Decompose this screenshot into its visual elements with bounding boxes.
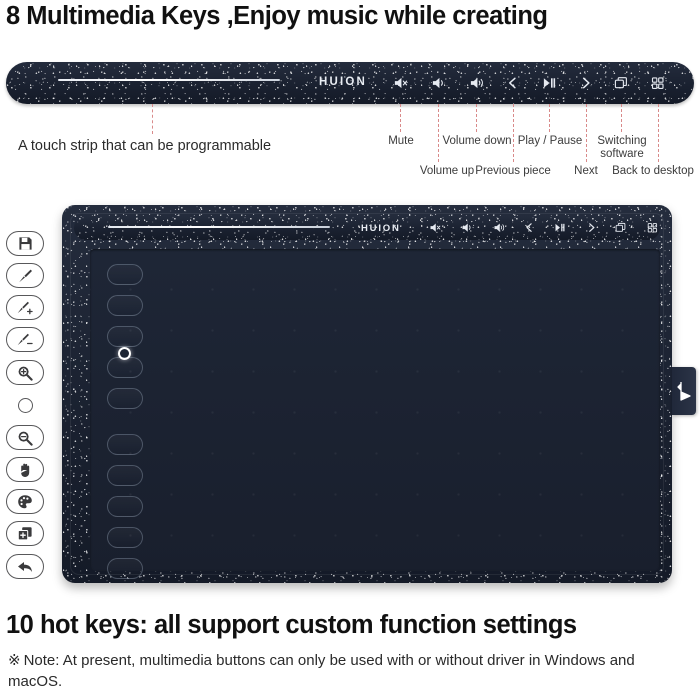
page-title-top: 8 Multimedia Keys ,Enjoy music while cre…: [6, 2, 548, 30]
tablet-active-drawing-area[interactable]: [90, 249, 660, 579]
tablet-touch-strip-line[interactable]: [108, 226, 330, 228]
tablet-volume-down-icon[interactable]: [492, 221, 506, 235]
play-pause-icon[interactable]: [540, 74, 558, 92]
tablet-media-key-bar: HUION: [74, 216, 660, 240]
sidebar-undo-icon[interactable]: [6, 554, 44, 579]
footnote-mark: ※: [8, 652, 21, 669]
leader-line: [621, 104, 622, 132]
tablet-switch-software-icon[interactable]: [614, 221, 628, 235]
pen-nib-icon: [676, 382, 691, 401]
infographic-page: 8 Multimedia Keys ,Enjoy music while cre…: [0, 0, 700, 700]
leader-line: [400, 104, 401, 132]
sidebar-duplicate-layer-icon[interactable]: [6, 521, 44, 546]
tablet-hot-key-4[interactable]: [107, 357, 143, 378]
mute-icon[interactable]: [391, 74, 409, 92]
sidebar-hand-pan-icon[interactable]: [6, 457, 44, 482]
graphics-tablet: HUION: [62, 205, 672, 583]
tablet-hot-key-7[interactable]: [107, 465, 143, 486]
media-key-label: Switching software: [597, 135, 647, 160]
tablet-previous-track-icon[interactable]: [523, 221, 537, 235]
sidebar-brush-icon[interactable]: [6, 263, 44, 288]
touch-strip-line[interactable]: [58, 79, 280, 81]
tablet-next-track-icon[interactable]: [585, 221, 599, 235]
next-track-icon[interactable]: [577, 74, 595, 92]
leader-line: [476, 104, 477, 132]
pen-clip-tab: [672, 367, 696, 415]
tablet-hot-key-6[interactable]: [107, 434, 143, 455]
leader-line: [513, 104, 514, 162]
touch-strip-leader-line: [152, 104, 153, 134]
tablet-hot-key-2[interactable]: [107, 295, 143, 316]
previous-track-icon[interactable]: [504, 74, 522, 92]
tablet-back-to-desktop-icon[interactable]: [646, 221, 660, 235]
tablet-hot-key-5[interactable]: [107, 388, 143, 409]
back-to-desktop-icon[interactable]: [649, 74, 667, 92]
tablet-mute-icon[interactable]: [428, 221, 442, 235]
page-title-bottom: 10 hot keys: all support custom function…: [6, 611, 577, 639]
tablet-hot-key-3[interactable]: [107, 326, 143, 347]
touch-strip-label: A touch strip that can be programmable: [18, 138, 272, 154]
huion-logo: HUION: [319, 76, 368, 88]
sidebar-brush-decrease-icon[interactable]: [6, 327, 44, 352]
sidebar-circle-indicator-icon[interactable]: [6, 393, 44, 418]
tablet-hot-key-8[interactable]: [107, 496, 143, 517]
sidebar-save-icon[interactable]: [6, 231, 44, 256]
sidebar-color-palette-icon[interactable]: [6, 489, 44, 514]
sidebar-brush-increase-icon[interactable]: [6, 295, 44, 320]
tablet-huion-logo: HUION: [361, 223, 401, 234]
indicator-light: [118, 347, 131, 360]
footnote-text: Note: At present, multimedia buttons can…: [8, 652, 635, 690]
tablet-play-pause-icon[interactable]: [553, 221, 567, 235]
leader-line: [658, 104, 659, 162]
volume-down-icon[interactable]: [467, 74, 485, 92]
switch-software-icon[interactable]: [612, 74, 630, 92]
media-key-label: Back to desktop: [612, 165, 694, 177]
tablet-hot-key-1[interactable]: [107, 264, 143, 285]
leader-line: [438, 104, 439, 162]
tablet-hot-key-9[interactable]: [107, 527, 143, 548]
sidebar-zoom-out-icon[interactable]: [6, 425, 44, 450]
footnote: ※ Note: At present, multimedia buttons ca…: [8, 650, 668, 692]
tablet-volume-up-icon[interactable]: [460, 221, 474, 235]
circle-indicator-shape: [17, 398, 33, 413]
multimedia-key-strip: HUION: [6, 62, 694, 104]
leader-line: [549, 104, 550, 132]
volume-up-icon[interactable]: [429, 74, 447, 92]
sidebar-zoom-in-icon[interactable]: [6, 360, 44, 385]
tablet-hot-key-10[interactable]: [107, 558, 143, 579]
